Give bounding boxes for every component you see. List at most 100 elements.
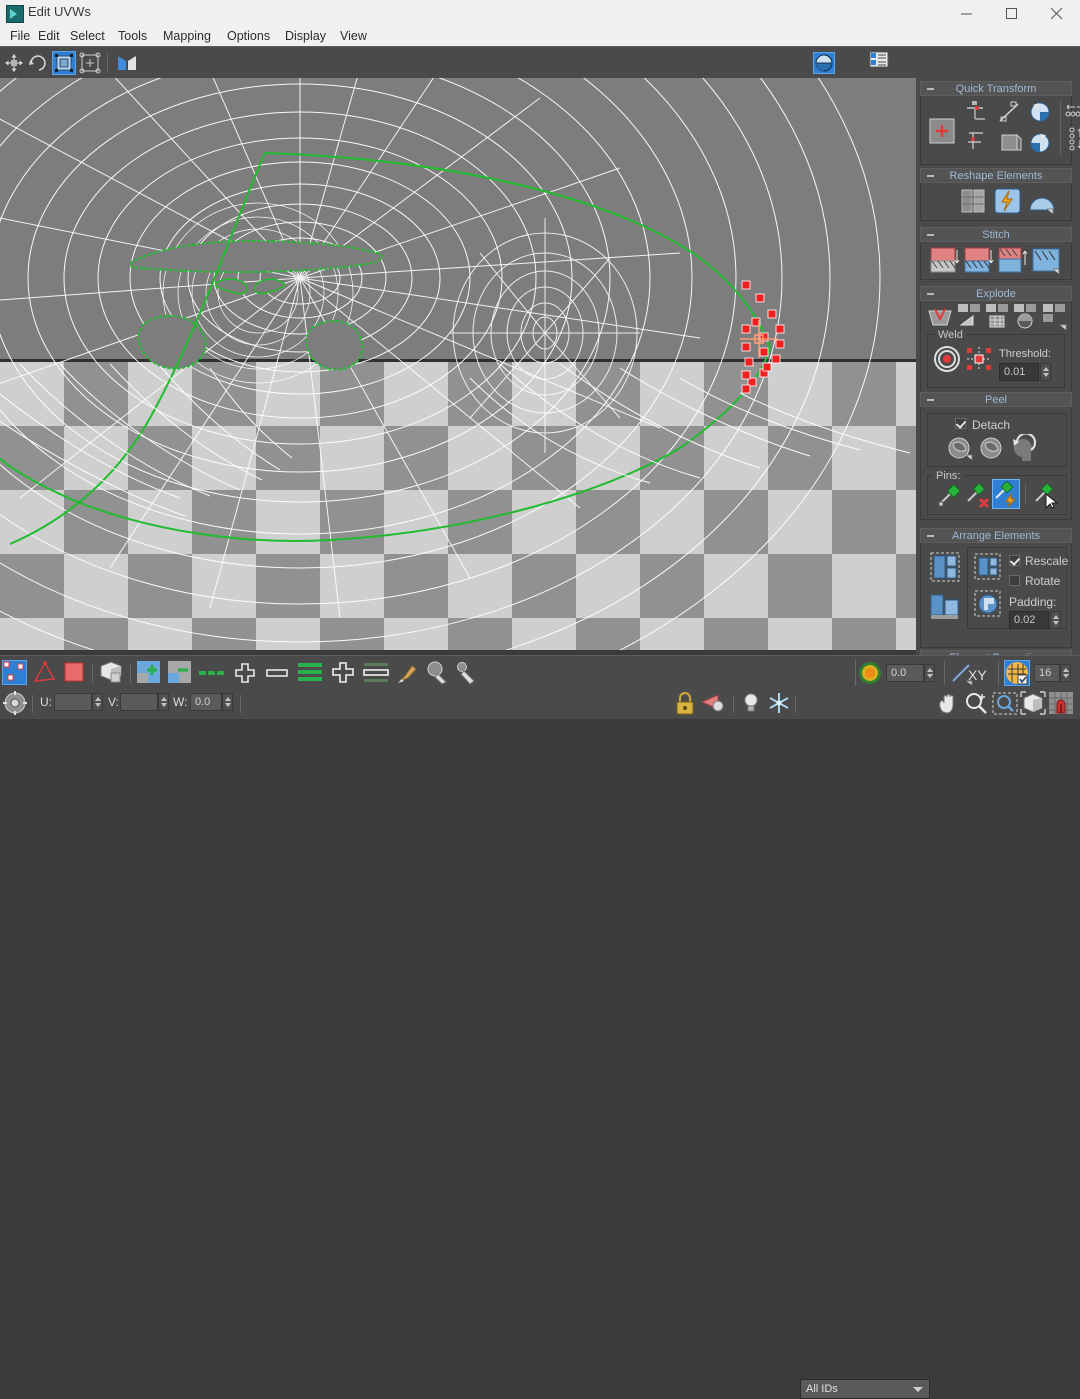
- zoom-region-button[interactable]: [992, 691, 1018, 716]
- move-tool-button[interactable]: [2, 51, 26, 75]
- falloff-field[interactable]: 0.0: [886, 664, 924, 682]
- zoom-button[interactable]: [964, 691, 990, 716]
- freeze-button[interactable]: [766, 691, 792, 716]
- align-horizontal-button[interactable]: [965, 99, 993, 127]
- rotate-90-cw-button[interactable]: [1027, 130, 1055, 158]
- reshape-elements-header[interactable]: Reshape Elements: [920, 168, 1072, 183]
- break-button[interactable]: [926, 303, 954, 329]
- zoom-extents-button[interactable]: [1020, 691, 1046, 716]
- relax-quick-button[interactable]: [993, 186, 1023, 216]
- padding-field[interactable]: 0.02: [1009, 611, 1049, 629]
- v-field[interactable]: [120, 693, 158, 711]
- w-spinner[interactable]: [222, 693, 233, 711]
- element-mode-button[interactable]: [98, 660, 126, 685]
- shrink-ring-button[interactable]: [362, 661, 392, 685]
- vertex-mode-button[interactable]: [2, 660, 27, 685]
- paint-select-inc-button[interactable]: [424, 660, 450, 685]
- quick-transform-header[interactable]: Quick Transform: [920, 81, 1072, 96]
- maximize-button[interactable]: [990, 0, 1035, 26]
- u-field[interactable]: [54, 693, 92, 711]
- pan-button[interactable]: [936, 691, 962, 716]
- mirror-tool-button[interactable]: [115, 51, 139, 75]
- stitch-custom-button[interactable]: [963, 245, 995, 275]
- stitch-dialog-button[interactable]: [1031, 245, 1063, 275]
- face-mode-button[interactable]: [62, 660, 87, 685]
- explode-by-angle-button[interactable]: [957, 303, 983, 329]
- explode-header[interactable]: Explode: [920, 286, 1072, 301]
- snap-button[interactable]: [1048, 691, 1074, 716]
- shrink-selection-button[interactable]: [264, 662, 290, 684]
- padding-spinner[interactable]: [1050, 611, 1061, 629]
- explode-by-smoothing-button[interactable]: [1013, 303, 1039, 329]
- remove-pin-button[interactable]: [965, 481, 991, 509]
- show-map-toggle[interactable]: [813, 52, 835, 74]
- weld-selected-button[interactable]: [965, 345, 993, 373]
- sync-to-viewport-button[interactable]: [167, 660, 194, 685]
- menu-select[interactable]: Select: [64, 28, 111, 45]
- menu-tools[interactable]: Tools: [112, 28, 153, 45]
- weld-threshold-field[interactable]: 0.01: [999, 363, 1039, 381]
- menu-display[interactable]: Display: [279, 28, 332, 45]
- rotate-90-ccw-button[interactable]: [1027, 98, 1055, 126]
- set-pin-button[interactable]: [937, 481, 963, 509]
- v-spinner[interactable]: [158, 693, 169, 711]
- space-vertical-button[interactable]: [1067, 126, 1080, 156]
- quick-peel-button[interactable]: [945, 434, 975, 462]
- falloff-spinner[interactable]: [924, 664, 935, 682]
- reset-peel-button[interactable]: [1009, 432, 1039, 462]
- align-to-face-button[interactable]: [927, 116, 959, 148]
- edge-loop-button[interactable]: [198, 664, 228, 682]
- stitch-to-target-button[interactable]: [997, 245, 1029, 275]
- select-by-element-button[interactable]: [136, 660, 163, 685]
- map-list-button[interactable]: [869, 51, 893, 75]
- flip-horizontal-button[interactable]: [997, 100, 1023, 126]
- pack-recursive-button[interactable]: [973, 588, 1003, 620]
- pack-linear-button[interactable]: [973, 552, 1003, 582]
- straighten-selection-button[interactable]: [959, 186, 989, 216]
- grid-value-spinner[interactable]: [1060, 664, 1071, 682]
- uv-canvas[interactable]: [0, 78, 916, 655]
- transform-center-button[interactable]: [2, 691, 28, 716]
- scale-tool-button[interactable]: [52, 51, 76, 75]
- peel-mode-button[interactable]: [977, 434, 1007, 462]
- menu-edit[interactable]: Edit: [32, 28, 66, 45]
- paint-select-dec-button[interactable]: [452, 660, 478, 685]
- stitch-header[interactable]: Stitch: [920, 227, 1072, 242]
- relax-dialog-button[interactable]: [1027, 186, 1057, 216]
- weld-threshold-spinner[interactable]: [1040, 363, 1051, 381]
- rotate-checkbox[interactable]: [1009, 575, 1020, 586]
- pack-normalize-button[interactable]: [929, 551, 963, 585]
- detach-checkbox[interactable]: [955, 418, 966, 429]
- rotate-tool-button[interactable]: [26, 51, 50, 75]
- align-vertical-button[interactable]: [965, 129, 993, 157]
- freeform-mode-button[interactable]: [78, 51, 102, 75]
- edge-mode-button[interactable]: [32, 660, 58, 685]
- grow-selection-button[interactable]: [232, 662, 258, 684]
- material-ids-dropdown[interactable]: All IDs: [800, 1379, 930, 1399]
- w-field[interactable]: 0.0: [190, 693, 222, 711]
- menu-view[interactable]: View: [334, 28, 373, 45]
- explode-all-button[interactable]: [1041, 303, 1069, 331]
- edge-ring-button[interactable]: [296, 661, 326, 685]
- target-weld-button[interactable]: [933, 345, 961, 373]
- pack-tiles-button[interactable]: [929, 591, 963, 621]
- paint-select-button[interactable]: [396, 661, 422, 685]
- space-horizontal-button[interactable]: [1065, 102, 1080, 124]
- flip-vertical-button[interactable]: [997, 130, 1023, 156]
- light-button[interactable]: [740, 691, 762, 716]
- u-spinner[interactable]: [92, 693, 103, 711]
- menu-options[interactable]: Options: [221, 28, 276, 45]
- rescale-checkbox[interactable]: [1009, 555, 1020, 566]
- axis-label[interactable]: XY: [968, 667, 987, 683]
- soft-selection-button[interactable]: [858, 661, 882, 685]
- grow-ring-button[interactable]: [330, 661, 358, 685]
- hide-button[interactable]: [700, 692, 728, 716]
- arrange-elements-header[interactable]: Arrange Elements: [920, 528, 1072, 543]
- pin-mode-button[interactable]: [992, 479, 1020, 509]
- close-button[interactable]: [1035, 0, 1080, 26]
- minimize-button[interactable]: [945, 0, 990, 26]
- grid-value-field[interactable]: 16: [1034, 664, 1060, 682]
- menu-mapping[interactable]: Mapping: [157, 28, 217, 45]
- stitch-selected-button[interactable]: [929, 245, 961, 275]
- filter-pins-button[interactable]: [1033, 481, 1059, 510]
